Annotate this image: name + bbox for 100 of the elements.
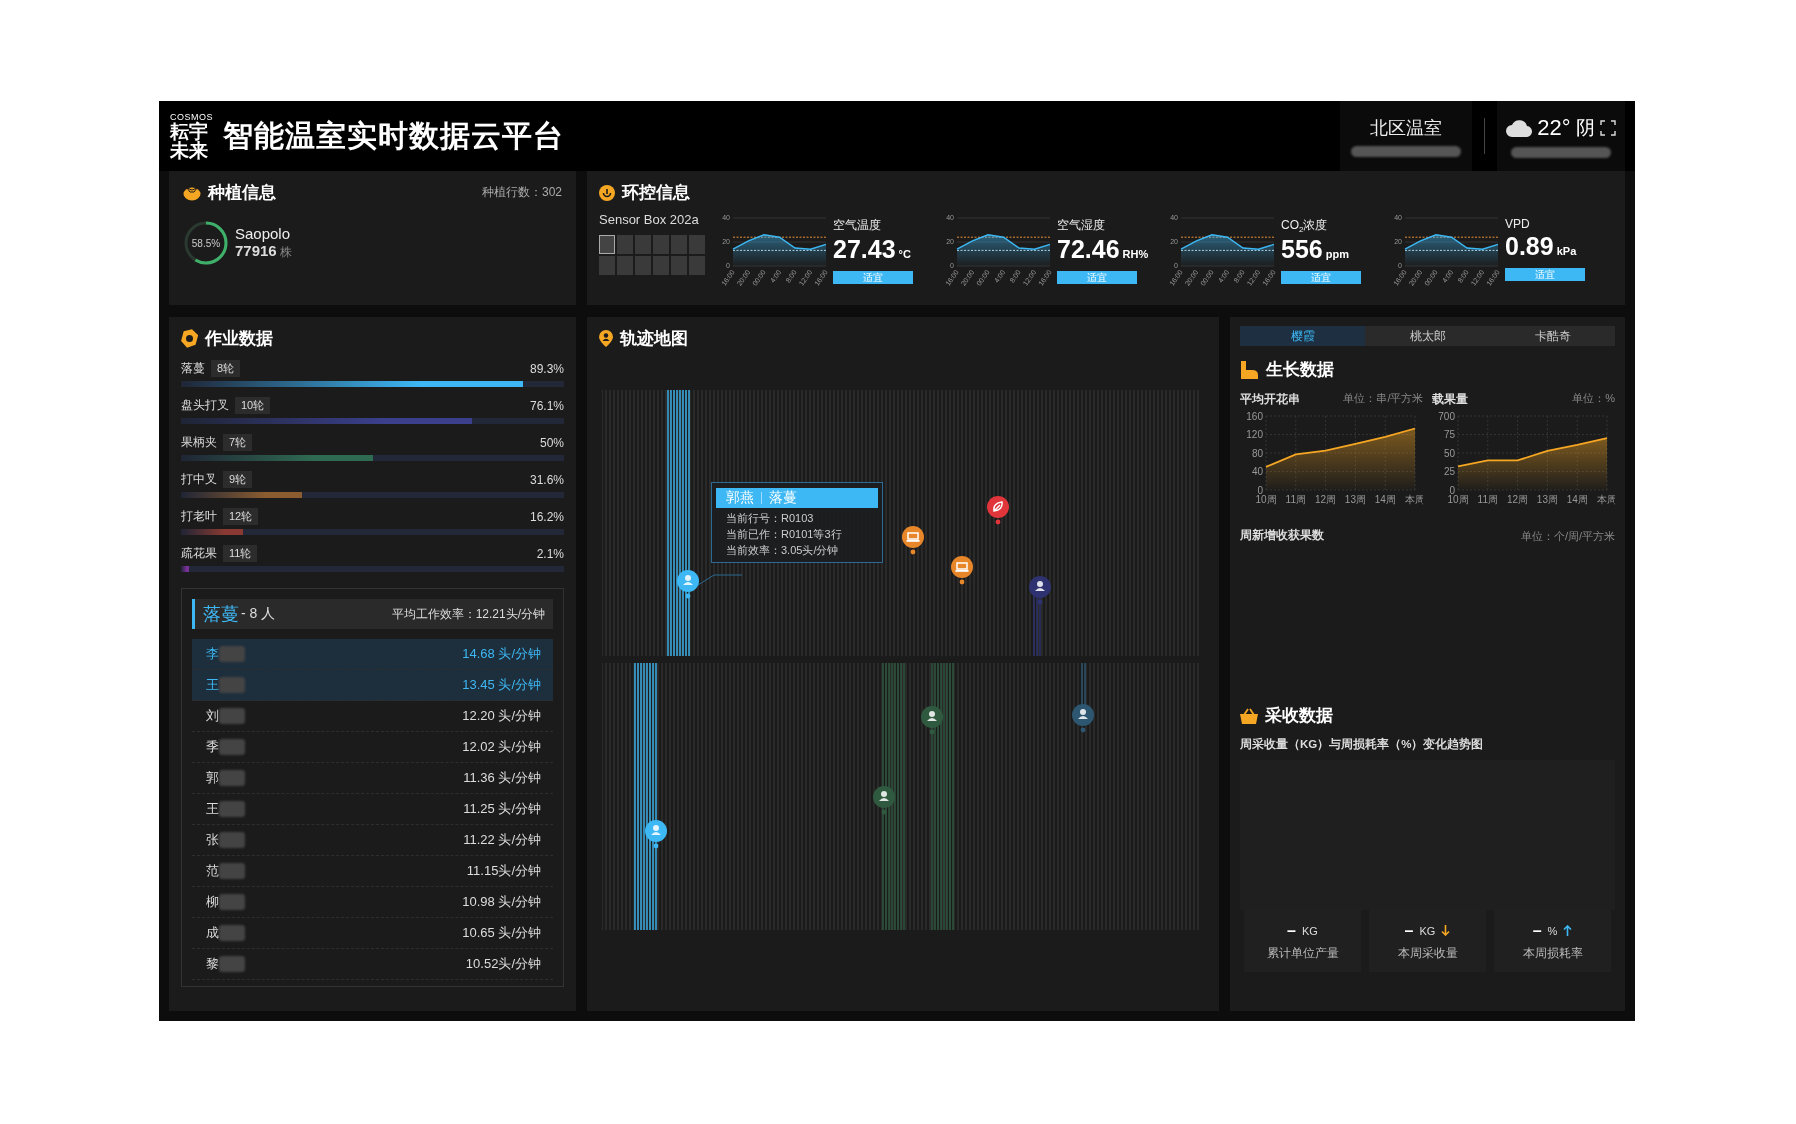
worker-name: 王 [206, 676, 219, 694]
round-count: 9轮 [223, 471, 253, 488]
temperature: 22° [1537, 114, 1571, 141]
percent-label: 31.6% [529, 472, 564, 487]
unit-label: 单位：串/平方米 [1343, 391, 1424, 406]
task-name: 果柄夹 [181, 434, 217, 451]
unit-label: ppm [1325, 248, 1349, 261]
chart-title: 载果量 [1431, 391, 1468, 408]
metric-label: 空气温度 [833, 217, 882, 234]
unit-label: RH% [1122, 248, 1149, 260]
round-count: 10轮 [235, 397, 271, 414]
unit-label: 单位：个/周/平方米 [1520, 529, 1615, 544]
row-count: 种植行数：302 [481, 184, 562, 201]
metric-label: 空气湿度 [1057, 217, 1106, 234]
axis-label: 11周 [1477, 494, 1498, 505]
location-name: 北区温室 [1370, 116, 1442, 140]
section-label: 周新增收获果数 [1240, 527, 1324, 544]
work-rate: 12.20 头/分钟 [462, 707, 541, 725]
percent-label: 58.5% [190, 236, 222, 251]
axis-label: 700 [1437, 410, 1455, 422]
axis-label: 25 [1443, 466, 1455, 477]
logo-text: 未来 [170, 141, 209, 160]
dashboard-title: 智能温室实时数据云平台 [223, 117, 564, 154]
axis-label: 50 [1443, 447, 1455, 459]
axis-label: 120 [1246, 429, 1263, 440]
status-tag: 适宜 [1281, 271, 1361, 285]
panel-title: 种植信息 [208, 182, 276, 204]
percent-label: 2.1% [536, 546, 564, 561]
status-tag: 适宜 [1057, 271, 1137, 284]
metric-value: 0.89 [1505, 232, 1554, 260]
percent-label: 76.1% [529, 398, 564, 413]
round-count: 7轮 [223, 434, 253, 451]
work-rate: 11.25 头/分钟 [463, 800, 541, 818]
average-rate: 平均工作效率：12.21头/分钟 [391, 605, 545, 623]
axis-label: 80 [1251, 447, 1263, 459]
status-tag: 适宜 [1505, 268, 1585, 281]
panel-title: 轨迹地图 [620, 328, 688, 350]
axis-label: 40 [1251, 466, 1263, 477]
work-rate: 14.68 头/分钟 [462, 645, 541, 663]
sensor-box-name: Sensor Box 202a [599, 212, 700, 227]
unit-label: kPa [1556, 245, 1577, 257]
worker-name: 张 [206, 831, 219, 849]
work-rate: 10.52头/分钟 [465, 955, 541, 973]
worker-name: 成 [206, 924, 219, 942]
unit-label: 单位：% [1572, 391, 1615, 406]
unit-label: 株 [279, 245, 292, 259]
task-name: 落蔓 [203, 603, 239, 626]
work-rate: 11.22 头/分钟 [463, 831, 541, 849]
panel-title: 作业数据 [205, 328, 273, 350]
crew-count: - 8 人 [241, 605, 276, 623]
unit-label: % [1547, 924, 1558, 937]
unit-label: KG [1419, 924, 1436, 937]
logo-text: COSMOS [170, 112, 213, 122]
variety-name: Saopolo [235, 225, 292, 242]
stat-label: 累计单位产量 [1266, 945, 1339, 961]
percent-label: 16.2% [529, 509, 564, 524]
axis-label: 0 [1257, 484, 1263, 496]
axis-label: 14周 [1566, 494, 1588, 505]
work-rate: 13.45 头/分钟 [462, 676, 541, 694]
logo-text: 耘宇 [170, 122, 208, 141]
metric-value: 27.43 [833, 235, 896, 263]
task-name: 打中叉 [181, 471, 217, 488]
panel-title: 生长数据 [1266, 359, 1334, 381]
axis-label: 160 [1246, 410, 1263, 422]
work-rate: 11.15头/分钟 [466, 862, 541, 880]
axis-label: 12周 [1506, 494, 1528, 505]
axis-label: 14周 [1374, 494, 1396, 505]
task-name: 落蔓 [181, 360, 205, 377]
stat-value: – [1404, 921, 1414, 940]
axis-label: 13周 [1344, 494, 1366, 505]
metric-value: 556 [1281, 235, 1323, 264]
worker-name: 王 [206, 800, 219, 818]
round-count: 11轮 [223, 545, 258, 562]
axis-label: 75 [1443, 429, 1455, 440]
worker-name: 范 [206, 862, 219, 880]
work-rate: 11.36 头/分钟 [463, 769, 541, 787]
status-tag: 适宜 [833, 271, 913, 284]
round-count: 12轮 [223, 508, 259, 525]
worker-name: 季 [206, 738, 219, 756]
metric-value: 72.46 [1057, 235, 1120, 263]
work-rate: 10.98 头/分钟 [462, 893, 541, 911]
metric-label: VPD [1505, 217, 1531, 231]
tooltip-text: 当前已作：R0101等3行 [726, 528, 843, 540]
stat-value: – [1532, 921, 1542, 940]
worker-name: 郭燕 [726, 489, 754, 507]
plant-count: 77916 [235, 242, 277, 259]
task-name: 落蔓 [769, 489, 797, 507]
axis-label: 10周 [1446, 494, 1469, 505]
stat-value: – [1287, 921, 1296, 940]
task-name: 打老叶 [181, 508, 217, 525]
stat-label: 本周采收量 [1397, 945, 1458, 961]
unit-label: °C [898, 248, 911, 260]
worker-name: 李 [206, 645, 219, 663]
axis-label: 12周 [1315, 494, 1337, 505]
axis-label: 13周 [1536, 494, 1558, 505]
weather-text: 阴 [1575, 115, 1595, 140]
axis-label: 0 [1448, 484, 1455, 496]
tooltip-text: 当前效率：3.05头/分钟 [726, 544, 840, 556]
panel-title: 采收数据 [1265, 705, 1333, 727]
work-rate: 12.02 头/分钟 [462, 738, 541, 756]
